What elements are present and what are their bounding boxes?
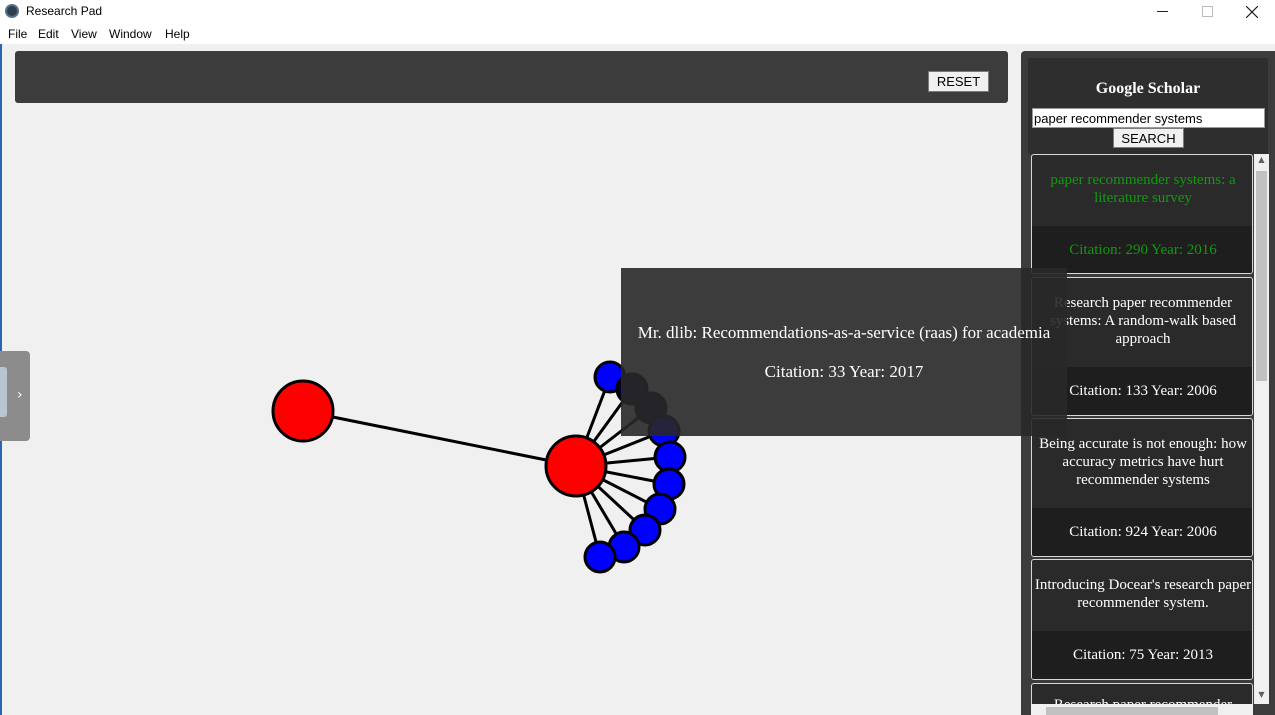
tooltip-meta: Citation: 33 Year: 2017: [764, 362, 924, 381]
scroll-down-icon[interactable]: ▼: [1254, 690, 1269, 704]
result-meta-box: Citation: 290 Year: 2016: [1032, 226, 1252, 273]
graph-node-selected[interactable]: [544, 434, 608, 498]
result-card[interactable]: Introducing Docear's research paper reco…: [1031, 559, 1253, 680]
result-meta: Citation: 924 Year: 2006: [1069, 524, 1217, 540]
result-title: paper recommender systems: a literature …: [1050, 172, 1236, 206]
graph-edges: [302, 376, 671, 558]
search-button[interactable]: SEARCH: [1113, 128, 1184, 148]
result-meta-box: Citation: 924 Year: 2006: [1032, 508, 1252, 556]
graph-edge: [302, 409, 577, 468]
result-meta: Citation: 290 Year: 2016: [1069, 242, 1217, 258]
results-hscrollbar[interactable]: [1031, 704, 1253, 715]
tooltip-title: Mr. dlib: Recommendations-as-a-service (…: [637, 323, 1051, 342]
scholar-title: Google Scholar: [1095, 80, 1201, 97]
hscroll-thumb[interactable]: [1046, 707, 1218, 715]
scroll-thumb[interactable]: [1256, 171, 1267, 381]
graph-node-citation[interactable]: [653, 440, 687, 474]
result-meta-box: Citation: 75 Year: 2013: [1032, 631, 1252, 679]
graph-node-citation[interactable]: [583, 540, 617, 574]
result-card[interactable]: paper recommender systems: a literature …: [1031, 154, 1253, 274]
results-scrollbar[interactable]: ▲ ▼: [1254, 154, 1269, 704]
result-title: Being accurate is not enough: how accura…: [1039, 436, 1247, 488]
result-meta: Citation: 75 Year: 2013: [1072, 647, 1213, 663]
scroll-up-icon[interactable]: ▲: [1254, 155, 1269, 169]
node-tooltip: Mr. dlib: Recommendations-as-a-service (…: [621, 268, 1067, 436]
result-card[interactable]: Being accurate is not enough: how accura…: [1031, 418, 1253, 557]
search-input[interactable]: [1032, 108, 1265, 128]
graph-node-root[interactable]: [271, 379, 335, 443]
result-title: Introducing Docear's research paper reco…: [1034, 577, 1252, 611]
